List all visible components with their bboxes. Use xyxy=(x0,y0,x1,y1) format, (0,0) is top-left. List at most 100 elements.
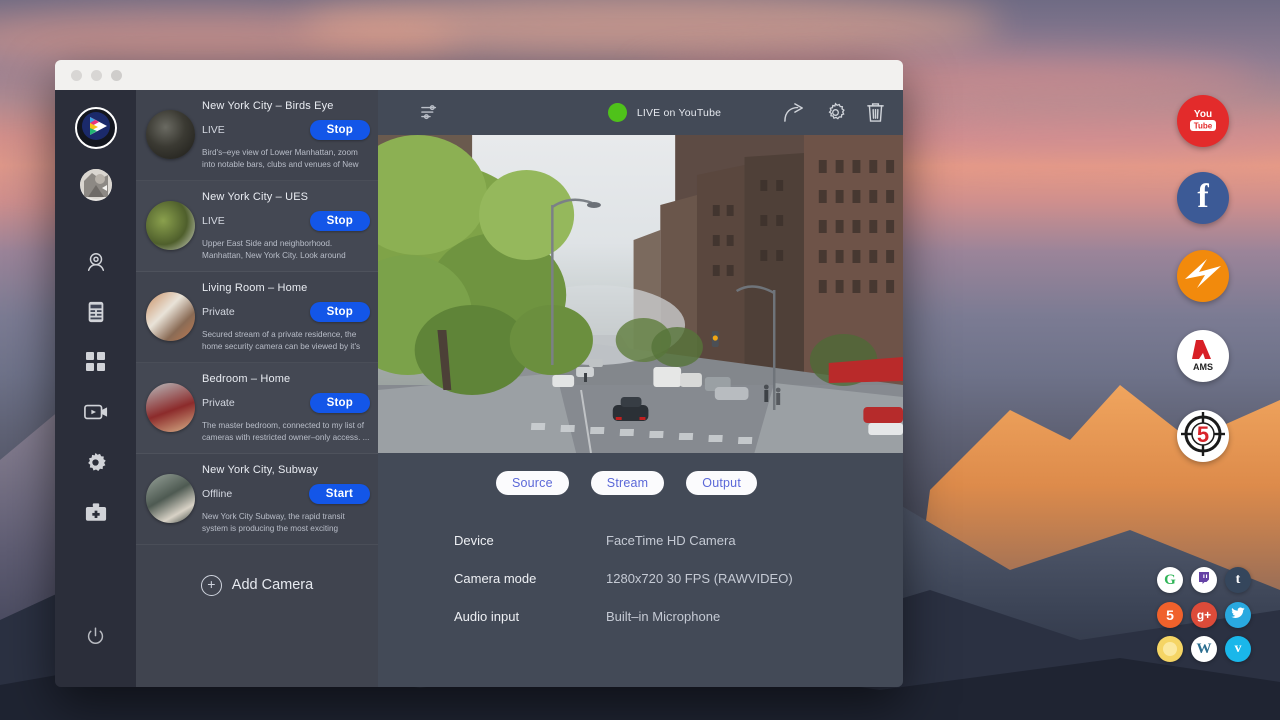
webcam-icon xyxy=(85,251,107,273)
desktop-icon-facebook[interactable]: f xyxy=(1177,172,1229,224)
toolbar-actions xyxy=(783,102,885,123)
sidebar-item-avatar[interactable] xyxy=(80,169,112,201)
detail-value[interactable]: Built–in Microphone xyxy=(606,609,720,624)
detail-value[interactable]: 1280x720 30 FPS (RAWVIDEO) xyxy=(606,571,793,586)
desktop-icon-wirecast[interactable] xyxy=(1177,250,1229,302)
window-titlebar xyxy=(55,60,903,90)
camera-title: New York City, Subway xyxy=(202,464,370,476)
camera-list-item[interactable]: New York City – UESLIVEStopUpper East Si… xyxy=(136,181,378,272)
camera-status: Private xyxy=(202,306,310,318)
sidebar-item-power[interactable] xyxy=(79,619,113,653)
crosshair-five-icon: 5 xyxy=(1179,410,1227,463)
sidebar-item-webcam[interactable] xyxy=(79,245,113,279)
svg-text:AMS: AMS xyxy=(1193,362,1213,372)
sidebar-item-video[interactable] xyxy=(79,395,113,429)
gear-icon xyxy=(85,452,106,473)
youtube-icon: You Tube xyxy=(1183,104,1223,139)
sidebar-item-settings[interactable] xyxy=(79,445,113,479)
camera-list-item[interactable]: New York City, Subway OfflineStart New Yor… xyxy=(136,454,378,545)
camera-thumbnail[interactable] xyxy=(146,201,195,250)
desktop-icon-channel-five[interactable]: 5 xyxy=(1177,410,1229,462)
camera-status: Private xyxy=(202,397,310,409)
camera-thumbnail[interactable] xyxy=(146,292,195,341)
sidebar-item-device[interactable] xyxy=(79,295,113,329)
camera-list-item[interactable]: Bedroom – Home PrivateStop The master bedr… xyxy=(136,363,378,454)
add-camera-label: Add Camera xyxy=(232,577,313,593)
camera-thumbnail[interactable] xyxy=(146,474,195,523)
camera-title: Bedroom – Home xyxy=(202,373,370,385)
camera-status: LIVE xyxy=(202,215,310,227)
window-maximize-button[interactable] xyxy=(111,70,122,81)
camera-status: LIVE xyxy=(202,124,310,136)
add-camera-button[interactable]: + Add Camera xyxy=(136,575,378,596)
desktop-icon-flickr[interactable] xyxy=(1157,636,1183,662)
twitch-icon xyxy=(1197,571,1211,590)
desktop-icon-twitch[interactable] xyxy=(1191,567,1217,593)
first-aid-kit-icon xyxy=(85,503,107,522)
lightning-bolt-icon xyxy=(1181,254,1225,299)
detail-label: Camera mode xyxy=(454,571,606,586)
desktop-icon-tumblr[interactable]: t xyxy=(1225,567,1251,593)
sidebar-item-logo[interactable] xyxy=(75,107,117,149)
camera-list-item[interactable]: Living Room – HomePrivateStopSecured str… xyxy=(136,272,378,363)
gear-icon[interactable] xyxy=(825,102,846,123)
sidebar-item-support[interactable] xyxy=(79,495,113,529)
user-avatar-icon xyxy=(80,169,112,201)
camera-thumbnail[interactable] xyxy=(146,383,195,432)
wordpress-icon: W xyxy=(1197,641,1212,658)
toolbar-left xyxy=(396,104,546,122)
window-close-button[interactable] xyxy=(71,70,82,81)
desktop-icon-five-app[interactable]: 5 xyxy=(1157,602,1183,628)
desktop-icon-youtube[interactable]: You Tube xyxy=(1177,95,1229,147)
adobe-ams-icon: AMS xyxy=(1183,334,1223,379)
main-panel: LIVE on YouTube xyxy=(378,90,903,687)
detail-value[interactable]: FaceTime HD Camera xyxy=(606,533,736,548)
desktop-icon-twitter[interactable] xyxy=(1225,602,1251,628)
mobile-device-icon xyxy=(86,301,106,323)
camera-toggle-button[interactable]: Stop xyxy=(310,302,370,322)
camera-list-panel[interactable]: New York City – Birds EyeLIVEStopBird's–… xyxy=(136,90,378,687)
camera-toggle-button[interactable]: Stop xyxy=(310,393,370,413)
camera-toggle-button[interactable]: Stop xyxy=(310,120,370,140)
flickr-icon xyxy=(1163,642,1177,656)
tab-output[interactable]: Output xyxy=(686,471,757,495)
desktop-icon-vimeo[interactable]: v xyxy=(1225,636,1251,662)
detail-row: DeviceFaceTime HD Camera xyxy=(454,533,903,548)
sidebar-rail xyxy=(55,90,136,687)
trash-icon[interactable] xyxy=(866,102,885,123)
camera-title: New York City – Birds Eye xyxy=(202,100,370,112)
svg-text:You: You xyxy=(1194,109,1212,120)
detail-row: Audio inputBuilt–in Microphone xyxy=(454,609,903,624)
camera-list-item[interactable]: New York City – Birds EyeLIVEStopBird's–… xyxy=(136,90,378,181)
settings-tabs: Source Stream Output xyxy=(378,453,875,495)
camera-description: New York City Subway, the rapid transit … xyxy=(202,511,370,535)
camera-toggle-button[interactable]: Stop xyxy=(310,211,370,231)
sidebar-item-apps[interactable] xyxy=(79,345,113,379)
live-status: LIVE on YouTube xyxy=(546,103,783,122)
live-status-label: LIVE on YouTube xyxy=(637,107,721,119)
facebook-icon: f xyxy=(1197,180,1208,214)
vimeo-icon: v xyxy=(1235,641,1242,657)
play-logo-icon xyxy=(81,111,111,146)
camera-description: Secured stream of a private residence, t… xyxy=(202,329,370,353)
camera-status: Offline xyxy=(202,488,309,500)
camera-thumbnail[interactable] xyxy=(146,110,195,159)
desktop-icon-google-plus[interactable]: g+ xyxy=(1191,602,1217,628)
detail-label: Device xyxy=(454,533,606,548)
tab-source[interactable]: Source xyxy=(496,471,569,495)
app-body: New York City – Birds EyeLIVEStopBird's–… xyxy=(55,90,903,687)
equalizer-icon[interactable] xyxy=(421,104,439,122)
share-arrow-icon[interactable] xyxy=(783,103,805,123)
camera-description: Upper East Side and neighborhood. Manhat… xyxy=(202,238,370,262)
camera-toggle-button[interactable]: Start xyxy=(309,484,370,504)
detail-label: Audio input xyxy=(454,609,606,624)
desktop-icon-adobe-ams[interactable]: AMS xyxy=(1177,330,1229,382)
tab-stream[interactable]: Stream xyxy=(591,471,665,495)
window-minimize-button[interactable] xyxy=(91,70,102,81)
twitter-icon xyxy=(1231,606,1245,624)
desktop-icon-wordpress[interactable]: W xyxy=(1191,636,1217,662)
gumroad-icon: G xyxy=(1164,572,1176,589)
camera-description: The master bedroom, connected to my list… xyxy=(202,420,370,444)
desktop-icon-gumroad[interactable]: G xyxy=(1157,567,1183,593)
video-preview[interactable] xyxy=(378,135,903,453)
